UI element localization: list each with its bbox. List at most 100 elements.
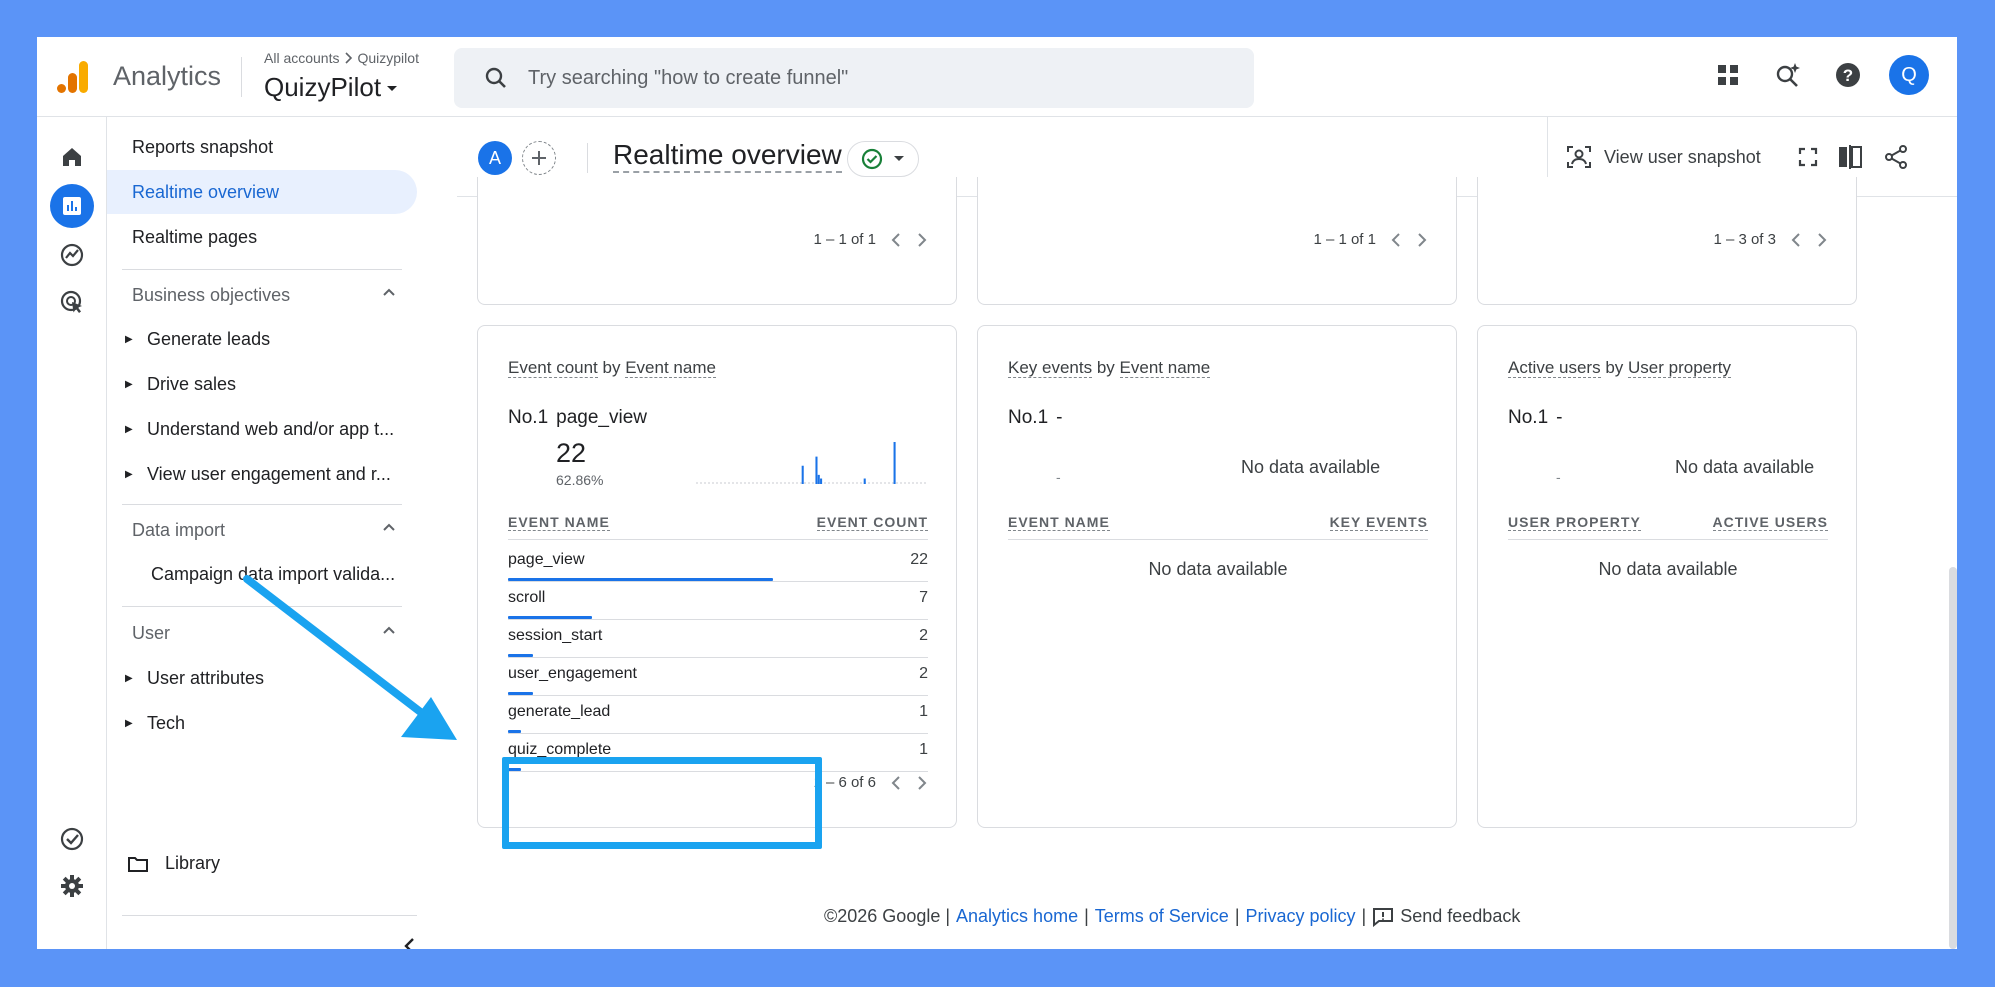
table-no-data: No data available bbox=[1598, 559, 1738, 579]
chevron-left-icon[interactable] bbox=[1790, 232, 1802, 248]
nav-reports-snapshot[interactable]: Reports snapshot bbox=[107, 125, 417, 169]
nav-campaign-data-import[interactable]: Campaign data import valida... bbox=[107, 552, 417, 596]
column-header-key-events[interactable]: KEY EVENTS bbox=[1329, 514, 1428, 531]
settings-gear-icon[interactable] bbox=[50, 864, 94, 908]
property-name[interactable]: QuizyPilot bbox=[264, 72, 381, 103]
event-count-card: Event count by Event name No.1 page_view … bbox=[477, 325, 957, 828]
explore-icon[interactable] bbox=[50, 233, 94, 277]
section-user[interactable]: User bbox=[107, 611, 417, 655]
top-actions: ? Q bbox=[1709, 55, 1929, 95]
table-row[interactable]: generate_lead 1 bbox=[508, 696, 928, 734]
section-data-import[interactable]: Data import bbox=[107, 508, 417, 552]
add-comparison-button[interactable] bbox=[522, 141, 556, 175]
pager-text: 1 – 6 of 6 bbox=[813, 774, 876, 791]
nav-user-attributes[interactable]: ▶ User attributes bbox=[107, 656, 417, 700]
analytics-home-link[interactable]: Analytics home bbox=[956, 906, 1078, 927]
collapse-sidebar-chevron-icon[interactable] bbox=[402, 935, 418, 949]
event-name-cell: session_start bbox=[508, 627, 603, 644]
column-header-event-name[interactable]: EVENT NAME bbox=[508, 514, 610, 531]
nav-label: Tech bbox=[147, 712, 186, 733]
chevron-up-icon[interactable] bbox=[381, 623, 397, 639]
divider bbox=[122, 606, 402, 607]
column-header-event-name[interactable]: EVENT NAME bbox=[1008, 514, 1110, 531]
nav-realtime-pages[interactable]: Realtime pages bbox=[107, 215, 417, 259]
table-row[interactable]: user_engagement 2 bbox=[508, 658, 928, 696]
account-breadcrumb[interactable]: All accounts Quizypilot bbox=[264, 50, 419, 66]
account-avatar[interactable]: Q bbox=[1889, 55, 1929, 95]
compare-columns-icon[interactable] bbox=[1837, 145, 1865, 169]
share-icon[interactable] bbox=[1883, 144, 1909, 170]
library-link[interactable]: Library bbox=[127, 853, 220, 874]
admin-checklist-icon[interactable] bbox=[50, 817, 94, 861]
table-row[interactable]: scroll 7 bbox=[508, 582, 928, 620]
chevron-right-icon bbox=[345, 52, 353, 64]
chevron-right-icon[interactable] bbox=[1416, 232, 1428, 248]
chevron-left-icon[interactable] bbox=[890, 775, 902, 791]
nav-view-user-engagement[interactable]: ▶ View user engagement and r... bbox=[107, 452, 417, 496]
metric-label[interactable]: Active users bbox=[1508, 358, 1601, 378]
dimension-label[interactable]: User property bbox=[1628, 358, 1732, 378]
expand-arrow-icon: ▶ bbox=[125, 423, 133, 435]
card-title: Event count by Event name bbox=[508, 358, 716, 378]
chevron-right-icon[interactable] bbox=[916, 775, 928, 791]
rank: No.1 bbox=[1008, 407, 1049, 428]
column-header-user-property[interactable]: USER PROPERTY bbox=[1508, 514, 1641, 531]
chevron-up-icon[interactable] bbox=[381, 520, 397, 536]
scrollbar[interactable] bbox=[1949, 567, 1957, 949]
pager-text: 1 – 1 of 1 bbox=[1313, 231, 1376, 248]
chevron-right-icon[interactable] bbox=[1816, 232, 1828, 248]
top-card-3: 1 – 3 of 3 bbox=[1477, 177, 1857, 305]
search-insights-icon[interactable] bbox=[1769, 56, 1807, 94]
terms-link[interactable]: Terms of Service bbox=[1095, 906, 1229, 927]
chevron-left-icon[interactable] bbox=[1390, 232, 1402, 248]
metric-label[interactable]: Key events bbox=[1008, 358, 1093, 378]
caret-down-icon bbox=[387, 85, 398, 91]
section-title: Data import bbox=[132, 519, 226, 540]
nav-realtime-overview[interactable]: Realtime overview bbox=[107, 170, 417, 214]
help-icon[interactable]: ? bbox=[1829, 56, 1867, 94]
data-status-dropdown[interactable] bbox=[847, 141, 919, 177]
chevron-left-icon[interactable] bbox=[890, 232, 902, 248]
event-name-cell: scroll bbox=[508, 589, 546, 606]
breadcrumb-root[interactable]: All accounts bbox=[264, 50, 339, 66]
breadcrumb-account[interactable]: Quizypilot bbox=[357, 50, 418, 66]
empty-value: - bbox=[1056, 469, 1061, 485]
dimension-label[interactable]: Event name bbox=[1119, 358, 1211, 378]
apps-grid-icon[interactable] bbox=[1709, 56, 1747, 94]
column-header-active-users[interactable]: ACTIVE USERS bbox=[1712, 514, 1828, 531]
metric-label[interactable]: Event count bbox=[508, 358, 598, 378]
column-header-event-count[interactable]: EVENT COUNT bbox=[816, 514, 928, 531]
analytics-logo-icon[interactable] bbox=[55, 59, 91, 95]
advertising-icon[interactable] bbox=[50, 280, 94, 324]
top-item: No.1 page_view bbox=[508, 407, 647, 429]
section-business-objectives[interactable]: Business objectives bbox=[107, 273, 417, 317]
dimension-label[interactable]: Event name bbox=[625, 358, 716, 378]
home-icon[interactable] bbox=[50, 135, 94, 179]
view-user-snapshot-button[interactable]: View user snapshot bbox=[1566, 145, 1761, 169]
nav-understand-traffic[interactable]: ▶ Understand web and/or app t... bbox=[107, 407, 417, 451]
reports-icon[interactable] bbox=[50, 184, 94, 228]
comparison-chip[interactable]: A bbox=[478, 141, 512, 175]
search-bar[interactable]: Try searching "how to create funnel" bbox=[454, 48, 1254, 108]
chevron-up-icon[interactable] bbox=[381, 285, 397, 301]
property-picker[interactable]: QuizyPilot bbox=[264, 72, 399, 103]
chevron-right-icon[interactable] bbox=[916, 232, 928, 248]
active-users-card: Active users by User property No.1- - No… bbox=[1477, 325, 1857, 828]
separator: | bbox=[1084, 906, 1089, 926]
search-placeholder[interactable]: Try searching "how to create funnel" bbox=[528, 67, 848, 90]
privacy-link[interactable]: Privacy policy bbox=[1246, 906, 1356, 927]
table-row[interactable]: page_view 22 bbox=[508, 544, 928, 582]
fullscreen-icon[interactable] bbox=[1797, 146, 1819, 168]
sparkline-bar bbox=[815, 456, 818, 484]
nav-drive-sales[interactable]: ▶ Drive sales bbox=[107, 362, 417, 406]
card-title: Active users by User property bbox=[1508, 358, 1732, 378]
top-bar: Analytics All accounts Quizypilot QuizyP… bbox=[37, 37, 1957, 117]
nav-generate-leads[interactable]: ▶ Generate leads bbox=[107, 317, 417, 361]
analytics-app: Analytics All accounts Quizypilot QuizyP… bbox=[37, 37, 1957, 949]
nav-tech[interactable]: ▶ Tech bbox=[107, 701, 417, 745]
send-feedback-link[interactable]: Send feedback bbox=[1400, 906, 1520, 927]
feedback-icon[interactable] bbox=[1372, 907, 1394, 927]
top-card-2: 1 – 1 of 1 bbox=[977, 177, 1457, 305]
table-row[interactable]: session_start 2 bbox=[508, 620, 928, 658]
pager-text: 1 – 1 of 1 bbox=[813, 231, 876, 248]
